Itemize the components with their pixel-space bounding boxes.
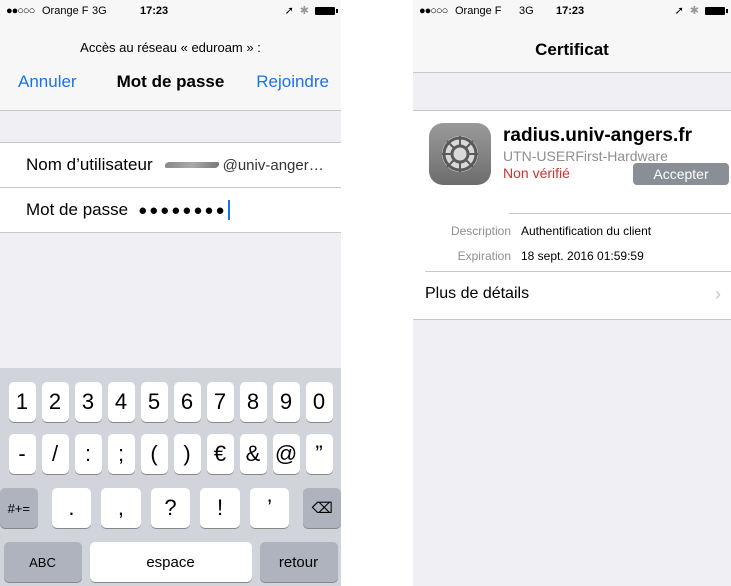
certificate-issuer: UTN-USERFirst-Hardware bbox=[503, 148, 668, 164]
bluetooth-icon: ✱ bbox=[689, 5, 699, 17]
key-digit[interactable]: 4 bbox=[107, 382, 135, 422]
more-details-label: Plus de détails bbox=[425, 285, 530, 302]
location-arrow-icon: ➚ bbox=[674, 5, 684, 17]
divider bbox=[509, 213, 731, 214]
keyboard-row-punct: #+=.,?!’ ⌫ bbox=[0, 488, 341, 528]
key-digit[interactable]: 1 bbox=[8, 382, 36, 422]
key-digit[interactable]: 3 bbox=[74, 382, 102, 422]
redacted-username bbox=[163, 162, 220, 168]
certificate-name: radius.univ-angers.fr bbox=[503, 125, 692, 146]
location-arrow-icon: ➚ bbox=[284, 5, 294, 17]
key-abc[interactable]: ABC bbox=[3, 542, 82, 582]
key-symbol[interactable]: - bbox=[8, 434, 36, 474]
settings-gear-icon bbox=[429, 123, 491, 185]
key-space[interactable]: espace bbox=[89, 542, 252, 582]
page-title: Certificat bbox=[535, 40, 609, 59]
signal-dots-icon: ●●○○○ bbox=[6, 5, 35, 17]
key-symbol[interactable]: ; bbox=[107, 434, 135, 474]
key-digit[interactable]: 7 bbox=[206, 382, 234, 422]
bluetooth-icon: ✱ bbox=[299, 5, 309, 17]
accept-button[interactable]: Accepter bbox=[633, 163, 729, 185]
wifi-password-screen: ●●○○○ Orange F 3G 17:23 ➚ ✱ Accès au rés… bbox=[0, 0, 341, 586]
description-label: Description bbox=[450, 224, 511, 238]
key-symbol[interactable]: € bbox=[206, 434, 234, 474]
backspace-icon[interactable]: ⌫ bbox=[303, 488, 341, 528]
key-punct[interactable]: . bbox=[51, 488, 92, 528]
key-digit[interactable]: 6 bbox=[173, 382, 201, 422]
key-symbol[interactable]: ” bbox=[305, 434, 333, 474]
cancel-button[interactable]: Annuler bbox=[18, 72, 77, 92]
username-value: @univ-anger… bbox=[222, 156, 324, 174]
keyboard-row-symbols: - /:;() € & @” bbox=[0, 434, 341, 474]
key-digit[interactable]: 9 bbox=[272, 382, 300, 422]
key-symbol[interactable]: & bbox=[239, 434, 267, 474]
more-details-row[interactable]: Plus de détails › bbox=[413, 272, 731, 318]
key-return[interactable]: retour bbox=[259, 542, 338, 582]
expiration-label: Expiration bbox=[457, 249, 511, 263]
nav-header: ●●○○○ Orange F 3G 17:23 ➚ ✱ Accès au rés… bbox=[0, 0, 341, 111]
key-more-symbols[interactable]: #+= bbox=[0, 488, 38, 528]
username-label: Nom d’utilisateur bbox=[26, 155, 153, 174]
battery-icon bbox=[315, 6, 338, 15]
key-symbol[interactable]: / bbox=[41, 434, 69, 474]
network-type: 3G bbox=[92, 5, 107, 17]
key-digit[interactable]: 2 bbox=[41, 382, 69, 422]
status-bar: ●●○○○ Orange F 3G 17:23 ➚ ✱ bbox=[0, 0, 341, 22]
carrier-label: Orange F bbox=[455, 5, 502, 17]
signal-dots-icon: ●●○○○ bbox=[419, 5, 448, 17]
key-punct[interactable]: ! bbox=[200, 488, 240, 528]
description-value: Authentification du client bbox=[521, 224, 652, 238]
key-symbol[interactable]: ) bbox=[173, 434, 201, 474]
credentials-form: Nom d’utilisateur @univ-anger… Mot de pa… bbox=[0, 142, 341, 233]
key-punct[interactable]: , bbox=[101, 488, 141, 528]
nav-header: ●●○○○ Orange F 3G 17:23 ➚ ✱ Certificat bbox=[413, 0, 731, 73]
password-value: ●●●●●●●● bbox=[138, 201, 227, 219]
keyboard-row-digits: 1234567890 bbox=[0, 382, 341, 422]
key-punct[interactable]: ? bbox=[150, 488, 191, 528]
certificate-card: radius.univ-angers.fr UTN-USERFirst-Hard… bbox=[413, 110, 731, 320]
text-caret bbox=[227, 200, 230, 220]
status-time: 17:23 bbox=[140, 5, 169, 17]
join-button[interactable]: Rejoindre bbox=[256, 72, 329, 92]
chevron-right-icon: › bbox=[715, 284, 721, 304]
key-symbol[interactable]: : bbox=[74, 434, 102, 474]
verification-status: Non vérifié bbox=[503, 165, 570, 181]
expiration-value: 18 sept. 2016 01:59:59 bbox=[521, 249, 644, 263]
battery-icon bbox=[705, 6, 728, 15]
username-field[interactable]: Nom d’utilisateur @univ-anger… bbox=[0, 143, 341, 188]
key-symbol[interactable]: ( bbox=[140, 434, 168, 474]
keyboard: 1234567890 - /:;() € & @” #+=.,?!’ ⌫ ABC espac… bbox=[0, 368, 341, 586]
network-type: 3G bbox=[519, 5, 534, 17]
key-digit[interactable]: 5 bbox=[140, 382, 168, 422]
network-prompt: Accès au réseau « eduroam » : bbox=[80, 40, 261, 55]
key-punct[interactable]: ’ bbox=[249, 488, 290, 528]
status-time: 17:23 bbox=[556, 5, 585, 17]
key-digit[interactable]: 8 bbox=[239, 382, 267, 422]
key-digit[interactable]: 0 bbox=[305, 382, 333, 422]
carrier-label: Orange F bbox=[42, 5, 89, 17]
status-bar: ●●○○○ Orange F 3G 17:23 ➚ ✱ bbox=[413, 0, 731, 22]
password-label: Mot de passe bbox=[26, 200, 129, 219]
keyboard-row-bottom: ABC espace retour bbox=[0, 542, 341, 582]
password-field[interactable]: Mot de passe ●●●●●●●● bbox=[0, 188, 341, 232]
key-symbol[interactable]: @ bbox=[272, 434, 300, 474]
certificate-screen: ●●○○○ Orange F 3G 17:23 ➚ ✱ Certificat r… bbox=[413, 0, 731, 586]
